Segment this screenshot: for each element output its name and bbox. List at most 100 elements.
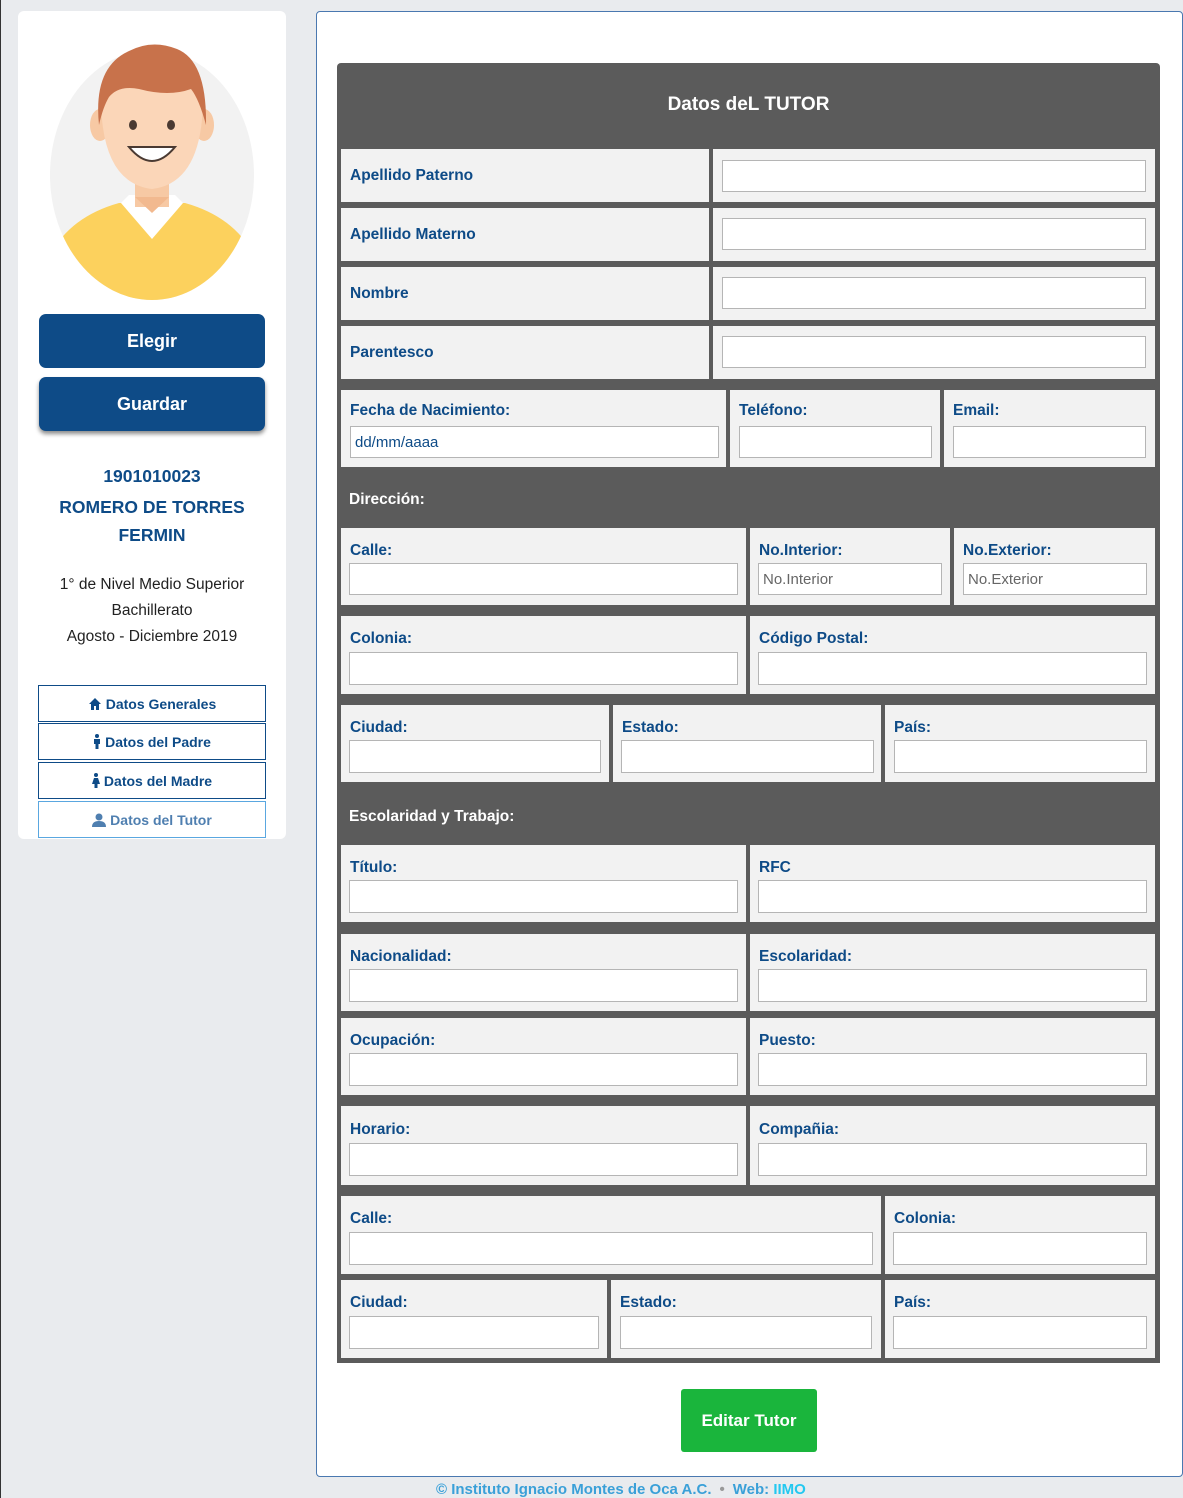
nombre-field-cell <box>713 267 1155 320</box>
tutor-form: Datos deL TUTOR Apellido Paterno Apellid… <box>337 63 1160 1363</box>
colonia-cell: Colonia: <box>341 616 746 694</box>
colonia-input[interactable] <box>349 652 738 685</box>
fecha-nacimiento-input[interactable] <box>350 426 719 458</box>
avatar <box>49 27 255 301</box>
student-name-line2: FERMIN <box>118 525 186 545</box>
rfc-input[interactable] <box>758 880 1147 913</box>
telefono-cell: Teléfono: <box>730 390 940 467</box>
trabajo-estado-input[interactable] <box>620 1316 872 1349</box>
escolaridad-label: Escolaridad: <box>759 948 853 965</box>
trabajo-colonia-cell: Colonia: <box>885 1196 1155 1274</box>
student-name: ROMERO DE TORRES FERMIN <box>18 493 286 549</box>
student-grade: 1° de Nivel Medio Superior <box>59 576 245 593</box>
trabajo-pais-label: País: <box>894 1294 932 1311</box>
trabajo-ciudad-cell: Ciudad: <box>341 1280 607 1358</box>
ocupacion-label: Ocupación: <box>350 1032 436 1049</box>
choose-button[interactable]: Elegir <box>39 314 265 368</box>
horario-cell: Horario: <box>341 1106 746 1185</box>
no-exterior-input[interactable] <box>963 563 1147 595</box>
apellido-materno-label-cell: Apellido Materno <box>341 208 709 261</box>
rfc-cell: RFC <box>750 845 1155 922</box>
apellido-materno-input[interactable] <box>722 218 1146 250</box>
trabajo-estado-label: Estado: <box>620 1294 677 1311</box>
compania-label: Compañia: <box>759 1121 840 1138</box>
ocupacion-cell: Ocupación: <box>341 1018 746 1095</box>
calle-label: Calle: <box>350 542 393 559</box>
calle-cell: Calle: <box>341 528 746 605</box>
trabajo-pais-input[interactable] <box>893 1316 1147 1349</box>
ocupacion-input[interactable] <box>349 1053 738 1086</box>
fecha-nacimiento-cell: Fecha de Nacimiento: <box>341 390 726 467</box>
nav-label: Datos Generales <box>105 695 217 712</box>
student-info: 1° de Nivel Medio Superior Bachillerato … <box>18 572 286 650</box>
codigo-postal-label: Código Postal: <box>759 630 869 647</box>
trabajo-ciudad-label: Ciudad: <box>350 1294 408 1311</box>
rfc-label: RFC <box>759 859 791 876</box>
puesto-input[interactable] <box>758 1053 1147 1086</box>
trabajo-calle-label: Calle: <box>350 1210 393 1227</box>
no-interior-input[interactable] <box>758 563 942 595</box>
no-exterior-cell: No.Exterior: <box>954 528 1155 605</box>
trabajo-calle-cell: Calle: <box>341 1196 881 1274</box>
nacionalidad-label: Nacionalidad: <box>350 948 452 965</box>
compania-input[interactable] <box>758 1143 1147 1176</box>
trabajo-colonia-input[interactable] <box>893 1232 1147 1265</box>
trabajo-pais-cell: País: <box>885 1280 1155 1358</box>
apellido-materno-field-cell <box>713 208 1155 261</box>
ciudad-cell: Ciudad: <box>341 705 609 782</box>
student-id: 1901010023 <box>103 466 201 486</box>
escolaridad-cell: Escolaridad: <box>750 934 1155 1011</box>
user-icon <box>92 813 107 827</box>
titulo-input[interactable] <box>349 880 738 913</box>
footer-web-label: Web: <box>732 1481 770 1498</box>
ciudad-input[interactable] <box>349 740 601 773</box>
apellido-paterno-label-cell: Apellido Paterno <box>341 149 709 202</box>
calle-input[interactable] <box>349 563 738 595</box>
nav-datos-tutor[interactable]: Datos del Tutor <box>38 801 266 838</box>
nav-datos-madre[interactable]: Datos del Madre <box>38 762 266 799</box>
nav-datos-generales[interactable]: Datos Generales <box>38 685 266 722</box>
email-input[interactable] <box>953 426 1146 458</box>
trabajo-heading: Escolaridad y Trabajo: <box>349 808 515 825</box>
email-label: Email: <box>953 402 1000 419</box>
nav-datos-padre[interactable]: Datos del Padre <box>38 723 266 760</box>
puesto-label: Puesto: <box>759 1032 816 1049</box>
pais-input[interactable] <box>894 740 1147 773</box>
apellido-paterno-input[interactable] <box>722 160 1146 192</box>
horario-input[interactable] <box>349 1143 738 1176</box>
codigo-postal-input[interactable] <box>758 652 1147 685</box>
student-name-line1: ROMERO DE TORRES <box>59 497 245 517</box>
trabajo-estado-cell: Estado: <box>611 1280 881 1358</box>
no-exterior-label: No.Exterior: <box>963 542 1052 559</box>
estado-input[interactable] <box>621 740 874 773</box>
escolaridad-input[interactable] <box>758 969 1147 1002</box>
nacionalidad-input[interactable] <box>349 969 738 1002</box>
footer-copyright: © Instituto Ignacio Montes de Oca A.C. <box>436 1481 712 1498</box>
male-icon <box>94 734 101 749</box>
trabajo-colonia-label: Colonia: <box>894 1210 956 1227</box>
parentesco-input[interactable] <box>722 336 1146 368</box>
separator-dot: • <box>719 1481 725 1498</box>
nombre-label-cell: Nombre <box>341 267 709 320</box>
home-icon <box>88 697 101 710</box>
edit-tutor-button[interactable]: Editar Tutor <box>681 1389 817 1452</box>
trabajo-ciudad-input[interactable] <box>349 1316 599 1349</box>
save-button[interactable]: Guardar <box>39 377 265 431</box>
no-interior-cell: No.Interior: <box>750 528 950 605</box>
email-cell: Email: <box>944 390 1155 467</box>
titulo-cell: Título: <box>341 845 746 922</box>
female-icon <box>91 773 100 788</box>
compania-cell: Compañia: <box>750 1106 1155 1185</box>
ciudad-label: Ciudad: <box>350 719 408 736</box>
nombre-input[interactable] <box>722 277 1146 309</box>
footer-web-link[interactable]: IIMO <box>773 1481 806 1498</box>
student-period: Agosto - Diciembre 2019 <box>66 628 238 645</box>
apellido-paterno-field-cell <box>713 149 1155 202</box>
telefono-input[interactable] <box>739 426 932 458</box>
trabajo-calle-input[interactable] <box>349 1232 873 1265</box>
nav-label: Datos del Madre <box>103 772 213 789</box>
nacionalidad-cell: Nacionalidad: <box>341 934 746 1011</box>
direccion-heading: Dirección: <box>349 491 425 508</box>
nav-label: Datos del Tutor <box>110 811 212 828</box>
parentesco-label: Parentesco <box>350 344 434 361</box>
